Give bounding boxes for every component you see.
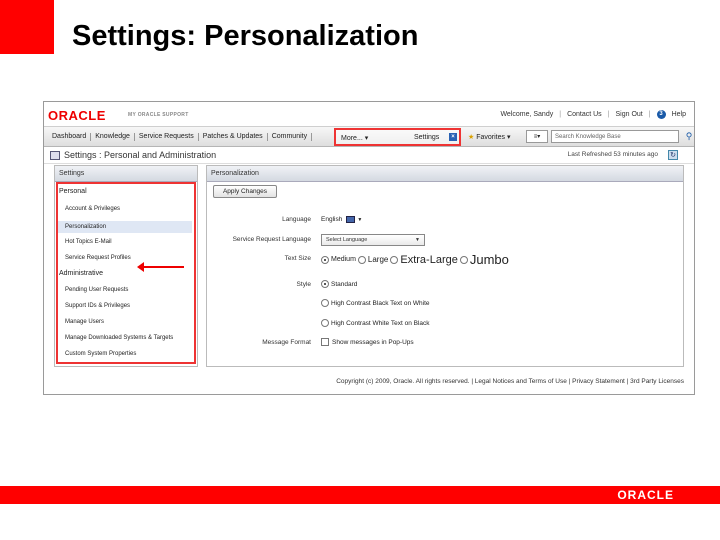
text-size-options: Medium Large Extra-Large Jumbo	[321, 252, 509, 267]
tab-dashboard[interactable]: Dashboard	[48, 133, 92, 141]
tab-knowledge[interactable]: Knowledge	[91, 133, 135, 141]
sidebar-item-account-privileges[interactable]: Account & Privileges	[65, 206, 120, 212]
app-header: ORACLE MY ORACLE SUPPORT Welcome, Sandy …	[44, 102, 694, 126]
chevron-down-icon: ▾	[364, 135, 369, 142]
chevron-down-icon: ▼	[415, 237, 420, 243]
sidebar-item-personalization[interactable]: Personalization	[58, 221, 192, 233]
product-name: MY ORACLE SUPPORT	[128, 112, 189, 118]
tab-community[interactable]: Community	[268, 133, 313, 141]
search-icon[interactable]: ⚲	[682, 130, 694, 143]
sidebar-item-sr-profiles[interactable]: Service Request Profiles	[65, 255, 131, 261]
tab-service-requests[interactable]: Service Requests	[135, 133, 199, 141]
screenshot-frame: ORACLE MY ORACLE SUPPORT Welcome, Sandy …	[43, 101, 695, 395]
slide-title: Settings: Personalization	[72, 20, 419, 52]
style-high-contrast-black-option[interactable]: High Contrast White Text on Black	[321, 319, 430, 327]
help-link[interactable]: Help	[672, 111, 686, 118]
text-size-medium-radio[interactable]	[321, 255, 329, 264]
help-badge-icon: 3	[656, 110, 666, 119]
star-icon: ★	[468, 134, 475, 141]
nav-tabs: Dashboard Knowledge Service Requests Pat…	[48, 133, 313, 141]
sr-language-select[interactable]: Select Language ▼	[321, 234, 425, 246]
text-size-large-label: Large	[367, 255, 389, 264]
slide-bottom-bar: ORACLE	[0, 486, 720, 504]
sidebar-item-manage-users[interactable]: Manage Users	[65, 319, 104, 325]
pointer-arrow-icon	[137, 262, 184, 272]
style-standard-option[interactable]: Standard	[321, 280, 357, 288]
oracle-footer-logo: ORACLE	[617, 488, 674, 502]
page-icon	[50, 151, 60, 160]
style-standard-radio[interactable]	[321, 280, 329, 288]
personal-heading: Personal	[59, 188, 87, 195]
breadcrumb-bar: Settings : Personal and Administration L…	[44, 147, 694, 164]
welcome-text: Welcome, Sandy	[500, 111, 554, 118]
text-size-jumbo-label: Jumbo	[469, 252, 509, 267]
sign-out-link[interactable]: Sign Out	[616, 111, 643, 118]
style-hc-black-radio[interactable]	[321, 319, 329, 327]
last-refreshed: Last Refreshed 53 minutes ago	[567, 151, 658, 158]
message-format-label: Message Format	[262, 339, 311, 346]
slide-red-corner	[0, 0, 54, 54]
personalization-header: Personalization	[207, 166, 683, 182]
apply-changes-button[interactable]: Apply Changes	[213, 185, 277, 198]
contact-us-link[interactable]: Contact Us	[567, 111, 602, 118]
style-hc-white-radio[interactable]	[321, 299, 329, 307]
tab-settings[interactable]: Settings	[414, 134, 439, 141]
close-tab-icon[interactable]: ×	[449, 133, 457, 141]
main-nav: Dashboard Knowledge Service Requests Pat…	[44, 126, 694, 147]
style-high-contrast-white-option[interactable]: High Contrast Black Text on White	[321, 299, 430, 307]
search-scope-select[interactable]: ≡▾	[526, 130, 548, 143]
language-label: Language	[282, 216, 311, 223]
search-input[interactable]: Search Knowledge Base	[551, 130, 679, 143]
language-icon	[346, 216, 356, 223]
search-area: ≡▾ Search Knowledge Base ⚲	[526, 130, 694, 143]
sidebar-item-hot-topics[interactable]: Hot Topics E-Mail	[65, 239, 112, 245]
personalization-panel: Personalization Apply Changes Language E…	[206, 165, 684, 367]
chevron-down-icon: ▾	[506, 134, 511, 141]
more-settings-highlight: More... ▾ Settings ×	[334, 128, 461, 146]
oracle-logo: ORACLE	[48, 108, 106, 123]
text-size-medium-label: Medium	[331, 256, 356, 263]
text-size-large-radio[interactable]	[357, 255, 366, 264]
style-label: Style	[296, 281, 311, 288]
settings-panel-header: Settings	[55, 166, 197, 182]
sidebar-item-pending-users[interactable]: Pending User Requests	[65, 287, 128, 293]
settings-nav-panel: Settings Personal Account & Privileges P…	[54, 165, 198, 367]
administrative-heading: Administrative	[59, 270, 103, 277]
text-size-xl-radio[interactable]	[390, 255, 399, 264]
message-format-option[interactable]: Show messages in Pop-Ups	[321, 338, 414, 346]
language-select[interactable]: English ▼	[321, 216, 362, 223]
more-menu[interactable]: More... ▾	[341, 134, 368, 142]
text-size-xl-label: Extra-Large	[400, 253, 458, 266]
popups-checkbox[interactable]	[321, 338, 329, 346]
text-size-jumbo-radio[interactable]	[459, 255, 468, 264]
breadcrumb: Settings : Personal and Administration	[64, 150, 217, 160]
sidebar-item-downloaded-systems[interactable]: Manage Downloaded Systems & Targets	[65, 335, 173, 341]
chevron-down-icon: ▼	[357, 216, 363, 223]
header-links: Welcome, Sandy | Contact Us | Sign Out |…	[500, 110, 686, 119]
tab-patches-updates[interactable]: Patches & Updates	[199, 133, 268, 141]
sidebar-item-support-ids[interactable]: Support IDs & Privileges	[65, 303, 130, 309]
sr-language-label: Service Request Language	[232, 236, 311, 243]
app-footer: Copyright (c) 2009, Oracle. All rights r…	[336, 378, 684, 385]
refresh-icon[interactable]: ↻	[668, 150, 678, 160]
text-size-label: Text Size	[284, 255, 311, 262]
sidebar-item-custom-properties[interactable]: Custom System Properties	[65, 351, 136, 357]
favorites-menu[interactable]: ★ Favorites ▾	[468, 133, 511, 141]
